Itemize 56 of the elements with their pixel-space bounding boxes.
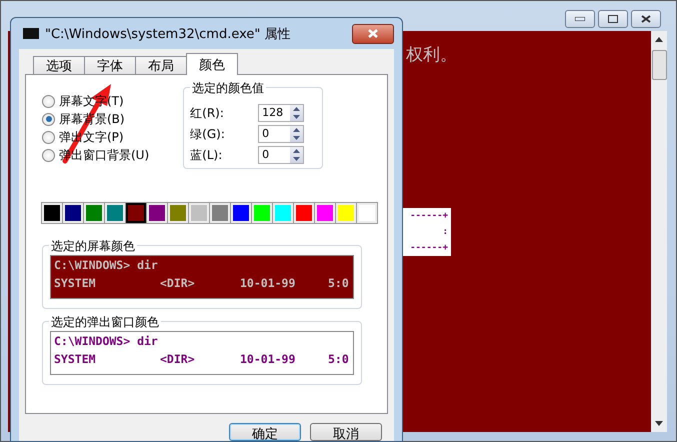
scroll-up-icon[interactable] [655, 37, 663, 42]
color-swatch[interactable] [126, 203, 146, 223]
radio-button[interactable] [42, 94, 55, 108]
radio-label[interactable]: 屏幕文字(T) [59, 92, 124, 110]
group-label: 选定的弹出窗口颜色 [49, 314, 161, 331]
spin-up-icon[interactable] [293, 128, 300, 132]
close-icon [641, 15, 651, 23]
preview-text: 5:0 [328, 352, 349, 366]
close-icon [367, 29, 379, 38]
field-label: 红(R): [190, 104, 225, 122]
popup-text: : [442, 227, 448, 237]
field-label: 蓝(L): [190, 146, 224, 164]
console-icon [23, 28, 39, 39]
minimize-button[interactable] [565, 10, 595, 28]
tab[interactable]: 字体 [84, 56, 136, 75]
tab[interactable]: 颜色 [186, 53, 238, 75]
tab[interactable]: 选项 [33, 56, 85, 75]
spin-down-icon[interactable] [293, 157, 300, 161]
preview-text: SYSTEM [54, 276, 97, 290]
radio-label[interactable]: 弹出文字(P) [59, 128, 124, 146]
scroll-down-icon[interactable] [655, 421, 663, 426]
close-button[interactable] [631, 10, 661, 28]
radio-button[interactable] [42, 148, 55, 162]
radio-button[interactable] [42, 112, 55, 126]
preview-text: 5:0 [328, 276, 349, 290]
preview-text: C:\WINDOWS> dir [54, 258, 159, 272]
spin-field[interactable]: 0 [258, 125, 304, 143]
preview-text: 10-01-99 [240, 276, 296, 290]
preview-text: <DIR> [160, 352, 196, 366]
preview-text: SYSTEM [54, 352, 97, 366]
spin-up-icon[interactable] [293, 149, 300, 153]
popup-text: ------+ [409, 211, 448, 221]
group-label: 选定的颜色值 [190, 80, 266, 97]
scrollbar[interactable] [651, 31, 667, 432]
group-label: 选定的屏幕颜色 [49, 238, 137, 255]
ok-button[interactable]: 确定 [229, 423, 301, 441]
maximize-button[interactable] [598, 10, 628, 28]
preview-text: <DIR> [160, 276, 196, 290]
radio-button[interactable] [42, 130, 55, 144]
scrollbar-thumb[interactable] [652, 50, 667, 80]
spin-down-icon[interactable] [293, 115, 300, 119]
spin-field[interactable]: 128 [258, 104, 304, 122]
maximize-icon [608, 15, 618, 23]
popup-text: ------+ [409, 243, 448, 253]
console-text: 权利。 [406, 44, 457, 66]
field-label: 绿(G): [190, 126, 226, 142]
cancel-button[interactable]: 取消 [310, 423, 382, 441]
preview-text: C:\WINDOWS> dir [54, 334, 159, 348]
preview-text: 10-01-99 [240, 352, 296, 366]
tab[interactable]: 布局 [135, 56, 187, 75]
close-button[interactable] [352, 24, 394, 44]
dialog-title: "C:\Windows\system32\cmd.exe" 属性 [45, 26, 292, 42]
spin-field[interactable]: 0 [258, 146, 304, 164]
spin-up-icon[interactable] [293, 107, 300, 111]
spin-down-icon[interactable] [293, 136, 300, 140]
minimize-icon [575, 17, 585, 21]
